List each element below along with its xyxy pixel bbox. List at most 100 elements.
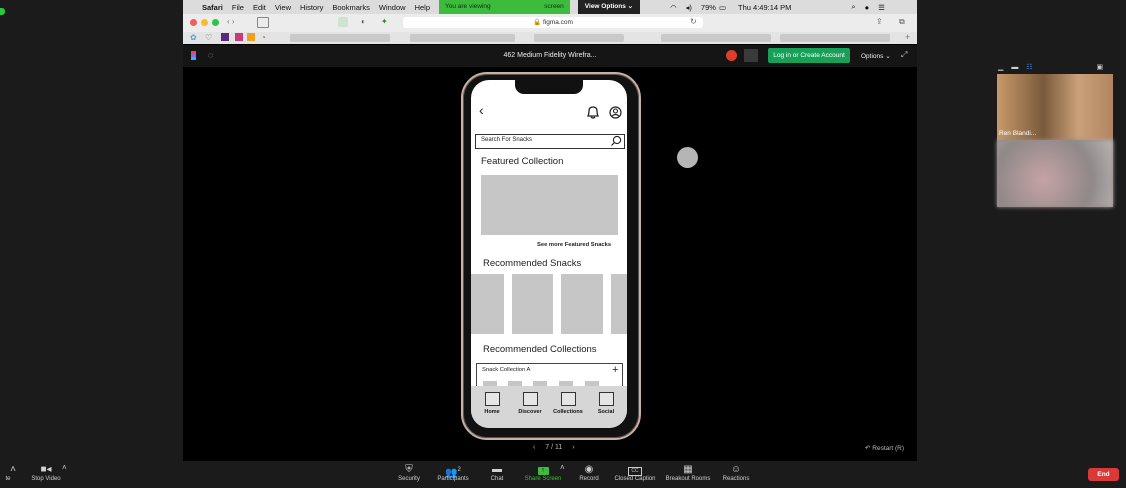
nav-home-label: Home (484, 409, 500, 415)
profile-icon[interactable] (609, 106, 622, 119)
nav-collections[interactable]: Collections (553, 392, 583, 415)
snack-card[interactable] (561, 274, 603, 334)
search-input[interactable]: Search For Snacks (475, 134, 625, 149)
snack-card[interactable] (611, 274, 627, 334)
recommended-collections-title: Recommended Collections (483, 344, 597, 355)
favorite-6-icon[interactable]: ◔ (261, 33, 266, 42)
tabs-overview-icon[interactable]: ⧉ (899, 17, 905, 27)
battery-icon[interactable]: ▭ (719, 3, 726, 12)
layout-icon[interactable]: ▬ (1011, 64, 1018, 71)
share-screen-label: Share Screen (524, 476, 562, 482)
spotlight-icon[interactable]: ⌕ (851, 2, 855, 12)
speaker-view-icon[interactable]: ▣ (1097, 64, 1104, 71)
phone-notch (515, 80, 583, 94)
participants-button[interactable]: 👥2 Participants (434, 464, 472, 482)
tab-2[interactable] (410, 34, 515, 42)
prev-slide-icon[interactable]: ‹ (533, 444, 535, 451)
security-button[interactable]: ⛨ Security (393, 464, 425, 482)
extension-icon[interactable] (338, 17, 348, 27)
user-avatar[interactable] (726, 50, 737, 61)
add-collection-icon[interactable]: + (612, 364, 618, 376)
tab-3[interactable] (534, 34, 624, 42)
menu-view[interactable]: View (275, 3, 291, 12)
control-center-icon[interactable]: ☰ (878, 3, 885, 12)
menu-file[interactable]: File (232, 3, 244, 12)
wifi-icon[interactable]: ◠ (670, 3, 677, 12)
menu-history[interactable]: History (300, 3, 323, 12)
back-arrow-icon[interactable]: ‹ (479, 102, 484, 118)
tab-4[interactable] (661, 34, 771, 42)
app-menu[interactable]: Safari (202, 3, 223, 12)
tab-5[interactable] (780, 34, 890, 42)
video-options-icon[interactable]: ˄ (62, 463, 67, 472)
siri-icon[interactable]: ● (865, 3, 870, 12)
chat-icon: ▬ (492, 464, 502, 475)
new-tab-icon[interactable]: + (905, 32, 910, 42)
participant-video[interactable]: Ren Blandi... (997, 74, 1113, 140)
status-indicator (0, 8, 5, 15)
login-button[interactable]: Log in or Create Account (768, 48, 850, 63)
featured-collection-image[interactable] (481, 175, 618, 235)
volume-icon[interactable]: ◂) (686, 3, 692, 12)
stop-video-button[interactable]: ■◂ Stop Video (28, 464, 64, 482)
restart-button[interactable]: ↶ Restart (R) (865, 444, 904, 452)
tab-1[interactable] (290, 34, 390, 42)
shared-screen: Safari File Edit View History Bookmarks … (183, 0, 917, 461)
end-meeting-button[interactable]: End (1088, 468, 1119, 481)
closed-caption-button[interactable]: CC Closed Caption (612, 464, 658, 482)
options-menu[interactable]: Options ⌄ (861, 52, 891, 60)
minimize-window-icon[interactable] (201, 19, 208, 26)
snack-card[interactable] (512, 274, 553, 334)
search-icon[interactable] (610, 135, 622, 147)
menu-help[interactable]: Help (415, 3, 430, 12)
menu-bookmarks[interactable]: Bookmarks (332, 3, 370, 12)
grid-icon[interactable]: ☷ (1026, 64, 1032, 71)
mute-label: te (5, 476, 11, 482)
mute-button[interactable]: ˄ te (0, 464, 16, 482)
chat-button[interactable]: ▬ Chat (485, 464, 509, 482)
next-slide-icon[interactable]: › (572, 444, 574, 451)
privacy-icon[interactable]: ◐ (361, 17, 366, 26)
participant-video[interactable] (997, 140, 1113, 207)
share-screen-button[interactable]: ↑ Share Screen (522, 464, 564, 482)
favorite-4-icon[interactable] (235, 33, 243, 41)
slide-controls: ‹ 7 / 11 › (533, 444, 575, 451)
address-bar-text: figma.com (542, 19, 573, 26)
sidebar-icon[interactable] (257, 17, 269, 28)
menu-edit[interactable]: Edit (253, 3, 266, 12)
record-button[interactable]: ◉ Record (577, 464, 601, 482)
zoom-window-icon[interactable] (212, 19, 219, 26)
menu-window[interactable]: Window (379, 3, 406, 12)
fullscreen-icon[interactable]: ⤢ (901, 50, 907, 60)
address-bar[interactable]: 🔒 figma.com (403, 17, 703, 28)
bell-icon[interactable] (586, 105, 600, 120)
reactions-button[interactable]: ☺ Reactions (719, 464, 753, 482)
nav-social[interactable]: Social (591, 392, 621, 415)
recommended-snacks-title: Recommended Snacks (483, 258, 582, 269)
extension-green-icon[interactable]: ✦ (381, 17, 388, 26)
collection-card-title: Snack Collection A (482, 367, 531, 373)
back-forward-icon[interactable]: ‹ › (227, 17, 235, 26)
nav-home[interactable]: Home (477, 392, 507, 415)
close-window-icon[interactable] (190, 19, 197, 26)
share-icon[interactable]: ⇪ (876, 17, 883, 26)
menubar-clock[interactable]: Thu 4:49:14 PM (738, 3, 791, 12)
breakout-rooms-button[interactable]: ▦ Breakout Rooms (664, 464, 712, 482)
favorite-3-icon[interactable] (221, 33, 229, 41)
share-options-icon[interactable]: ˄ (560, 463, 565, 472)
favorite-1-icon[interactable]: ✿ (190, 33, 197, 42)
chat-label: Chat (490, 476, 504, 482)
reload-icon[interactable]: ↻ (690, 17, 697, 26)
viewing-banner-text: You are viewing (445, 3, 491, 10)
see-more-featured-link[interactable]: See more Featured Snacks (537, 242, 611, 248)
nav-discover[interactable]: Discover (515, 392, 545, 415)
view-options-button[interactable]: View Options ⌄ (577, 0, 641, 14)
social-icon (598, 392, 614, 406)
user-avatar-2[interactable] (744, 49, 758, 62)
favorite-2-icon[interactable]: ♡ (205, 33, 212, 42)
restart-icon: ↶ (865, 445, 871, 452)
snack-card[interactable] (471, 274, 504, 334)
minimize-video-icon[interactable]: ▁ (998, 64, 1003, 71)
favorite-5-icon[interactable] (247, 33, 255, 41)
reactions-icon: ☺ (730, 464, 742, 475)
